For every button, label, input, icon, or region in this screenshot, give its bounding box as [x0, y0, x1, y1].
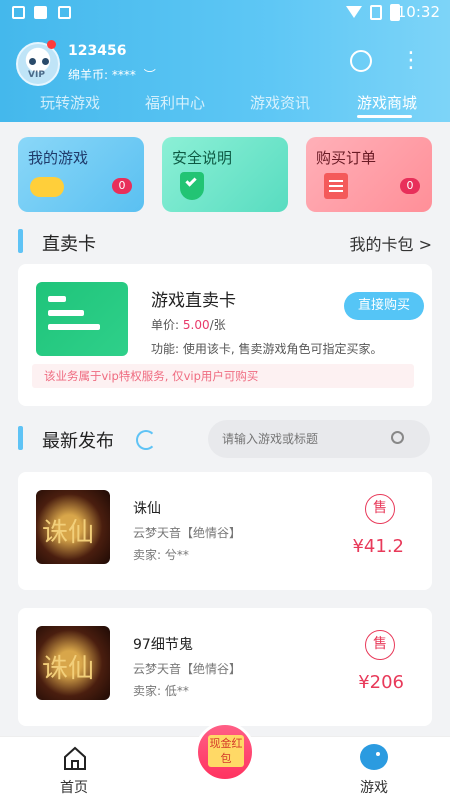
- game-search-box[interactable]: [208, 420, 430, 458]
- my-games-card[interactable]: 我的游戏 0: [18, 137, 144, 212]
- avatar-eye-left: [29, 58, 36, 65]
- game-search-input[interactable]: [222, 428, 382, 450]
- listing-item[interactable]: 诛仙 诛仙 云梦天音【绝情谷】 卖家: 兮** 售 ¥41.2: [18, 472, 432, 590]
- buy-now-button[interactable]: 直接购买: [344, 292, 424, 320]
- listing-seller: 卖家: 兮**: [133, 548, 189, 562]
- hide-eye-icon[interactable]: ︶: [144, 66, 156, 83]
- listing-game-name: 诛仙: [133, 501, 161, 517]
- listing-game-name: 97细节鬼: [133, 637, 193, 653]
- price-label: 单价:: [151, 318, 180, 332]
- tab-welfare-center[interactable]: 福利中心: [145, 92, 205, 113]
- security-info-title: 安全说明: [172, 149, 233, 167]
- section-accent-bar: [18, 229, 23, 253]
- more-icon[interactable]: ⋮: [400, 48, 422, 74]
- cash-red-packet-button[interactable]: 现金红包: [195, 722, 255, 782]
- purchase-orders-badge: 0: [400, 178, 420, 194]
- listing-price: ¥41.2: [352, 536, 404, 557]
- direct-card-section-title: 直卖卡: [42, 234, 96, 255]
- username: 123456: [68, 43, 127, 59]
- purchase-orders-card[interactable]: 购买订单 0: [306, 137, 432, 212]
- active-tab-indicator: [357, 115, 412, 118]
- status-bar: 10:32: [0, 0, 450, 26]
- vip-label: VIP: [28, 70, 45, 80]
- listing-server: 云梦天音【绝情谷】: [133, 662, 242, 676]
- my-card-pack-link[interactable]: 我的卡包 >: [350, 231, 433, 255]
- no-sim-icon: [370, 5, 382, 20]
- gallery-icon: [12, 6, 25, 19]
- game-logo: 诛仙: [36, 490, 110, 564]
- listing-server: 云梦天音【绝情谷】: [133, 526, 242, 540]
- latest-section-title: 最新发布: [42, 431, 114, 452]
- red-packet-label: 现金红包: [208, 735, 244, 767]
- notification-dot: [47, 40, 56, 49]
- tab-play-games[interactable]: 玩转游戏: [40, 92, 100, 113]
- my-games-title: 我的游戏: [28, 149, 89, 167]
- purchase-orders-title: 购买订单: [316, 149, 377, 167]
- search-icon[interactable]: [391, 431, 404, 444]
- home-icon[interactable]: [62, 745, 88, 771]
- card-image: [36, 282, 128, 356]
- wifi-icon: [346, 6, 362, 18]
- sell-tag: 售: [365, 630, 395, 660]
- font-icon: [58, 6, 71, 19]
- notification-icon: [34, 6, 47, 19]
- order-icon: [324, 173, 348, 199]
- price-unit: /张: [209, 318, 226, 332]
- nav-game-label[interactable]: 游戏: [360, 777, 388, 797]
- game-logo-text: 诛仙: [42, 654, 95, 684]
- nav-home-label[interactable]: 首页: [60, 777, 88, 797]
- listing-seller: 卖家: 低**: [133, 684, 189, 698]
- security-info-card[interactable]: 安全说明: [162, 137, 288, 212]
- tab-game-mall[interactable]: 游戏商城: [357, 92, 417, 113]
- sell-tag: 售: [365, 494, 395, 524]
- direct-card-price: 单价: 5.00/张: [151, 316, 226, 333]
- refresh-icon[interactable]: [136, 430, 156, 450]
- tab-game-news[interactable]: 游戏资讯: [250, 92, 310, 113]
- price-value: 5.00: [182, 318, 210, 332]
- avatar-eye-right: [42, 58, 49, 65]
- game-logo: 诛仙: [36, 626, 110, 700]
- my-games-badge: 0: [112, 178, 132, 194]
- avatar[interactable]: VIP: [16, 42, 60, 86]
- direct-card-function: 功能: 使用该卡, 售卖游戏角色可指定买家。: [151, 342, 383, 356]
- search-icon[interactable]: [350, 50, 372, 72]
- section-accent-bar: [18, 426, 23, 450]
- gamepad-icon: [30, 177, 64, 197]
- listing-price: ¥206: [358, 672, 404, 693]
- listing-item[interactable]: 诛仙 97细节鬼 云梦天音【绝情谷】 卖家: 低** 售 ¥206: [18, 608, 432, 726]
- game-nav-icon[interactable]: [360, 744, 388, 770]
- vip-notice: 该业务属于vip特权服务, 仅vip用户可购买: [32, 364, 414, 388]
- direct-card-title: 游戏直卖卡: [151, 291, 236, 311]
- direct-sale-card: 游戏直卖卡 单价: 5.00/张 功能: 使用该卡, 售卖游戏角色可指定买家。 …: [18, 264, 432, 406]
- status-time: 10:32: [396, 3, 440, 21]
- game-logo-text: 诛仙: [42, 518, 95, 548]
- shield-icon: [180, 172, 204, 200]
- coins-balance: 绵羊币: **** ︶: [68, 66, 156, 83]
- coins-label: 绵羊币: ****: [68, 68, 136, 82]
